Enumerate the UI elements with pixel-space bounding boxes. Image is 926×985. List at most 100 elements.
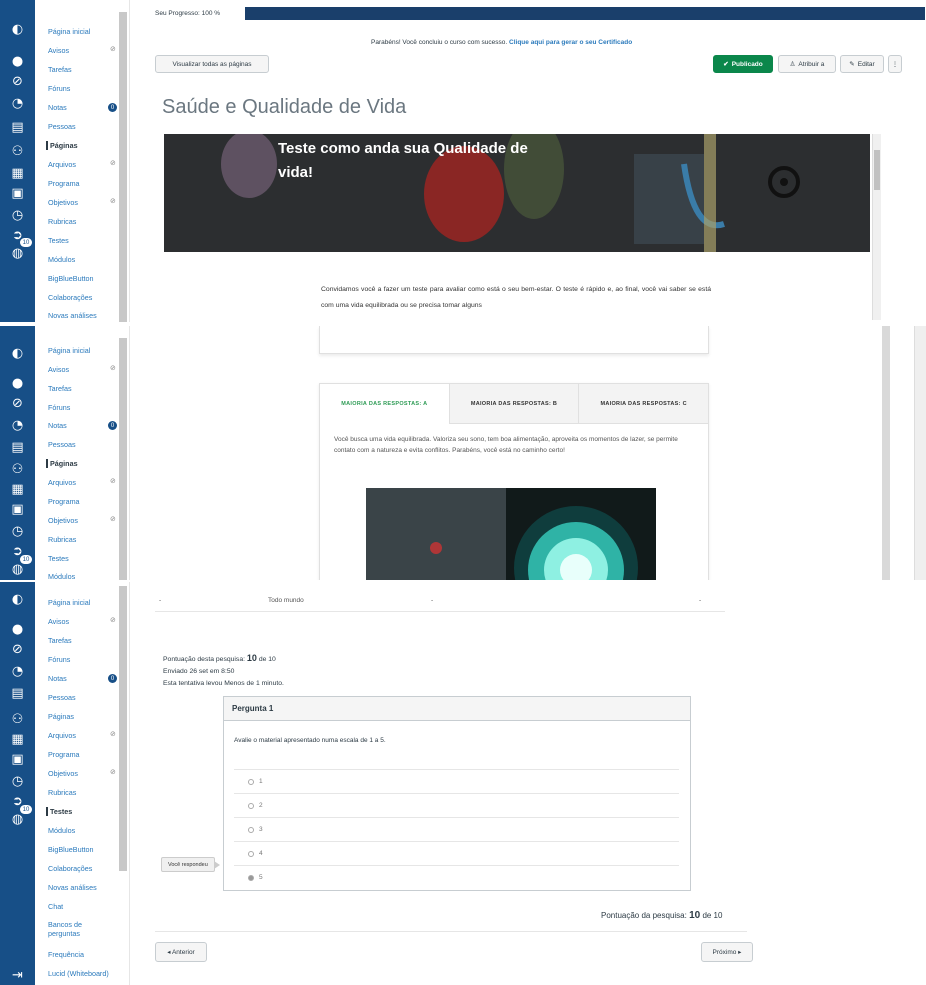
course-nav-grades[interactable]: Notas [48, 421, 67, 430]
course-nav-assignments[interactable]: Tarefas [48, 384, 72, 393]
calendar-icon[interactable]: ▦ [8, 164, 27, 183]
course-nav-syllabus[interactable]: Programa [48, 497, 80, 506]
course-nav-home[interactable]: Página inicial [48, 27, 90, 36]
published-button[interactable]: ✔ Publicado [713, 55, 773, 73]
course-nav-pages[interactable]: Páginas [48, 712, 74, 721]
course-nav-collaborations[interactable]: Colaborações [48, 864, 92, 873]
course-nav-home[interactable]: Página inicial [48, 346, 90, 355]
course-nav-quizzes[interactable]: Testes [46, 807, 72, 816]
course-nav-announcements[interactable]: Avisos [48, 46, 69, 55]
course-nav-files[interactable]: Arquivos [48, 160, 76, 169]
global-navigation: ◐ ● ⊘ ◔ ▤ ⚇ ▦ ▣ ◷ ➲ ◍ 10 [0, 326, 35, 580]
groups-icon[interactable]: ⚇ [8, 142, 27, 161]
intro-card-bottom [319, 326, 709, 354]
account-avatar-icon[interactable]: ● [8, 374, 27, 393]
courses-icon[interactable]: ▤ [8, 684, 27, 703]
logo-icon[interactable]: ◐ [8, 20, 27, 39]
logo-icon[interactable]: ◐ [8, 590, 27, 609]
view-all-pages-button[interactable]: Visualizar todas as páginas [155, 55, 269, 73]
edit-button[interactable]: ✎ Editar [840, 55, 884, 73]
inbox-icon[interactable]: ▣ [8, 500, 27, 519]
assign-to-button[interactable]: ♙ Atribuir a [778, 55, 836, 73]
more-options-button[interactable]: ⋮ [888, 55, 902, 73]
radio-icon [248, 802, 254, 809]
course-nav-outcomes[interactable]: Objetivos [48, 198, 78, 207]
inbox-icon[interactable]: ▣ [8, 184, 27, 203]
course-nav-attendance[interactable]: Frequência [48, 950, 84, 959]
course-nav-grades[interactable]: Notas [48, 103, 67, 112]
previous-button[interactable]: ◂ Anterior [155, 942, 207, 962]
course-nav-outcomes[interactable]: Objetivos [48, 769, 78, 778]
notification-badge: 10 [20, 555, 32, 564]
course-nav-lucid[interactable]: Lucid (Whiteboard) [48, 969, 109, 978]
embed-scrollbar[interactable] [872, 134, 881, 320]
course-nav-rubrics[interactable]: Rubricas [48, 535, 76, 544]
groups-icon[interactable]: ⚇ [8, 460, 27, 479]
course-nav-chat[interactable]: Chat [48, 902, 63, 911]
course-nav-bigbluebutton[interactable]: BigBlueButton [48, 274, 94, 283]
inbox-icon[interactable]: ▣ [8, 750, 27, 769]
course-nav-files[interactable]: Arquivos [48, 478, 76, 487]
side-scroll-track[interactable] [914, 326, 926, 580]
certificate-link[interactable]: Clique aqui para gerar o seu Certificado [509, 39, 632, 46]
course-nav-question-banks[interactable]: Bancos de perguntas [48, 920, 103, 938]
calendar-icon[interactable]: ▦ [8, 480, 27, 499]
logo-icon[interactable]: ◐ [8, 344, 27, 363]
scrollbar-thumb[interactable] [874, 150, 880, 190]
course-nav-new-analytics[interactable]: Novas análises [48, 883, 97, 892]
course-nav-pages[interactable]: Páginas [46, 459, 78, 468]
admin-icon[interactable]: ⊘ [8, 394, 27, 413]
course-nav-scrollbar[interactable] [119, 586, 127, 871]
course-nav-bigbluebutton[interactable]: BigBlueButton [48, 845, 94, 854]
course-nav-scrollbar[interactable] [119, 12, 127, 322]
admin-icon[interactable]: ⊘ [8, 72, 27, 91]
account-avatar-icon[interactable]: ● [8, 620, 27, 639]
course-nav-rubrics[interactable]: Rubricas [48, 217, 76, 226]
course-nav-people[interactable]: Pessoas [48, 440, 76, 449]
course-nav-scrollbar[interactable] [119, 338, 127, 580]
course-nav-discussions[interactable]: Fóruns [48, 655, 70, 664]
course-nav-discussions[interactable]: Fóruns [48, 84, 70, 93]
page-scrollbar[interactable] [882, 326, 890, 580]
course-nav-modules[interactable]: Módulos [48, 255, 75, 264]
next-button[interactable]: Próximo ▸ [701, 942, 753, 962]
account-avatar-icon[interactable]: ● [8, 52, 27, 71]
course-nav-grades[interactable]: Notas [48, 674, 67, 683]
course-nav-announcements[interactable]: Avisos [48, 617, 69, 626]
history-icon[interactable]: ◷ [8, 522, 27, 541]
collapse-nav-icon[interactable]: ⇥ [8, 966, 27, 985]
course-nav-announcements[interactable]: Avisos [48, 365, 69, 374]
dashboard-icon[interactable]: ◔ [8, 94, 27, 113]
course-nav-people[interactable]: Pessoas [48, 122, 76, 131]
course-nav-assignments[interactable]: Tarefas [48, 636, 72, 645]
history-icon[interactable]: ◷ [8, 206, 27, 225]
dashboard-icon[interactable]: ◔ [8, 416, 27, 435]
course-nav-new-analytics[interactable]: Novas análises [48, 311, 97, 320]
course-nav-quizzes[interactable]: Testes [48, 236, 69, 245]
course-nav-pages[interactable]: Páginas [46, 141, 78, 150]
courses-icon[interactable]: ▤ [8, 118, 27, 137]
groups-icon[interactable]: ⚇ [8, 710, 27, 729]
course-nav-syllabus[interactable]: Programa [48, 750, 80, 759]
courses-icon[interactable]: ▤ [8, 438, 27, 457]
calendar-icon[interactable]: ▦ [8, 730, 27, 749]
dashboard-icon[interactable]: ◔ [8, 662, 27, 681]
course-nav-quizzes[interactable]: Testes [48, 554, 69, 563]
course-nav-syllabus[interactable]: Programa [48, 179, 80, 188]
tab-answers-b[interactable]: MAIORIA DAS RESPOSTAS: B [448, 384, 579, 424]
course-nav-outcomes[interactable]: Objetivos [48, 516, 78, 525]
course-nav-discussions[interactable]: Fóruns [48, 403, 70, 412]
course-nav-files[interactable]: Arquivos [48, 731, 76, 740]
course-nav-assignments[interactable]: Tarefas [48, 65, 72, 74]
course-nav-people[interactable]: Pessoas [48, 693, 76, 702]
course-nav-rubrics[interactable]: Rubricas [48, 788, 76, 797]
progress-bar [245, 6, 925, 20]
course-nav-modules[interactable]: Módulos [48, 572, 75, 580]
history-icon[interactable]: ◷ [8, 772, 27, 791]
course-nav-collaborations[interactable]: Colaborações [48, 293, 92, 302]
tab-answers-c[interactable]: MAIORIA DAS RESPOSTAS: C [578, 384, 709, 424]
course-nav-modules[interactable]: Módulos [48, 826, 75, 835]
tab-answers-a[interactable]: MAIORIA DAS RESPOSTAS: A [320, 384, 449, 424]
course-nav-home[interactable]: Página inicial [48, 598, 90, 607]
admin-icon[interactable]: ⊘ [8, 640, 27, 659]
